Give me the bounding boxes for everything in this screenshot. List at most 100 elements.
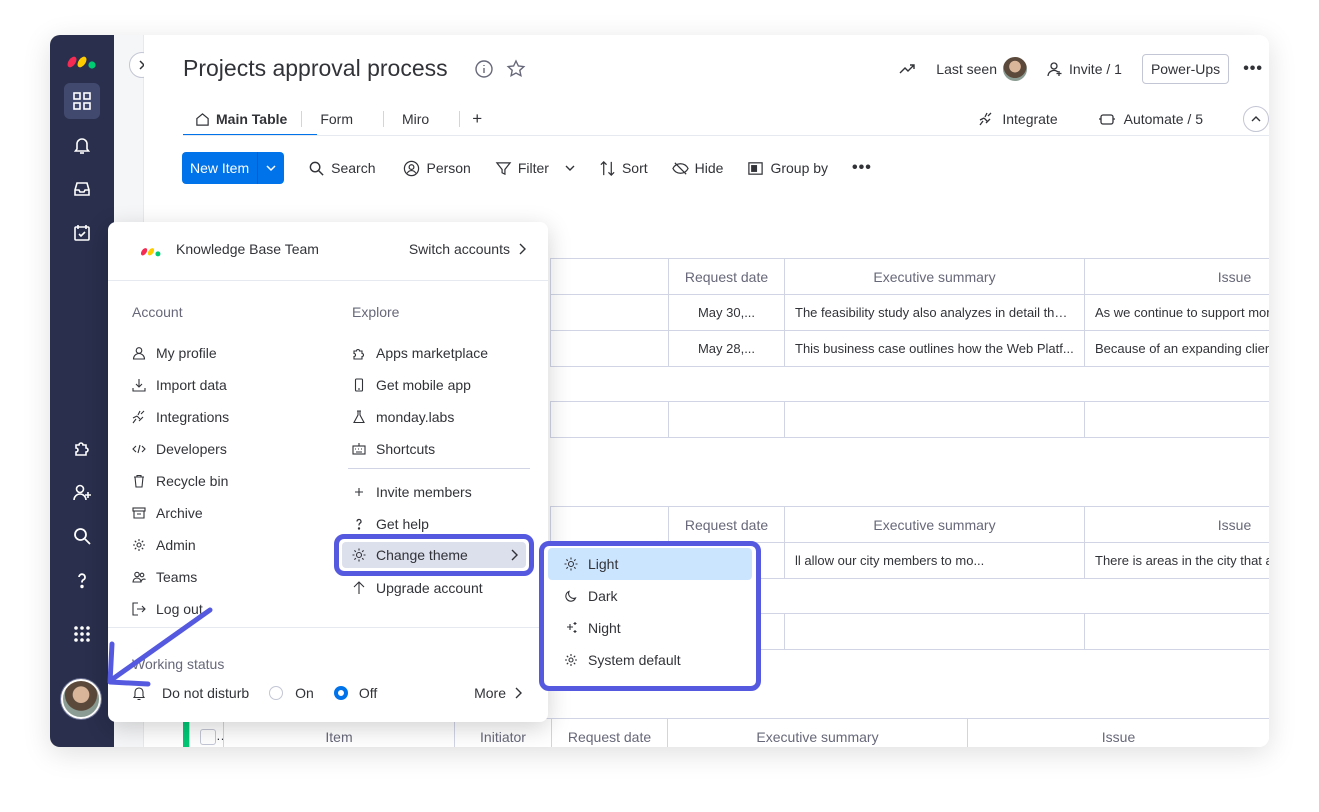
table-cell: [1084, 401, 1269, 438]
summary-cell[interactable]: This business case outlines how the Web …: [784, 330, 1085, 367]
help-icon[interactable]: [64, 562, 100, 598]
hide-label: Hide: [694, 160, 724, 176]
hide-button[interactable]: Hide: [671, 160, 724, 177]
menu-item-integrations[interactable]: Integrations: [132, 401, 229, 433]
issue-cell[interactable]: As we continue to support more clients i…: [1084, 294, 1269, 331]
user-avatar[interactable]: [61, 679, 101, 719]
header-issue: Issue: [967, 718, 1269, 747]
search-icon: [309, 161, 324, 176]
menu-item-label: Change theme: [376, 547, 468, 563]
table-cell[interactable]: [550, 294, 669, 331]
table-row[interactable]: May 30,... The feasibility study also an…: [550, 294, 1269, 331]
theme-option-dark[interactable]: Dark: [548, 580, 752, 612]
invite-user-icon[interactable]: [64, 474, 100, 510]
annotation-arrow-icon: [107, 607, 213, 687]
monday-logo[interactable]: [64, 45, 100, 71]
menu-item-archive[interactable]: Archive: [132, 497, 229, 529]
header-item: Item: [223, 718, 455, 747]
more-options-icon[interactable]: •••: [1243, 60, 1263, 78]
account-name: Knowledge Base Team: [176, 241, 319, 257]
summary-cell[interactable]: ll allow our city members to mo...: [784, 542, 1085, 579]
puzzle-icon: [353, 349, 364, 360]
collapse-header-button[interactable]: [1243, 106, 1269, 132]
menu-item-admin[interactable]: Admin: [132, 529, 229, 561]
search-button[interactable]: Search: [308, 160, 375, 177]
add-view-button[interactable]: +: [460, 103, 496, 135]
more-label: More: [474, 685, 506, 701]
theme-option-light[interactable]: Light: [548, 548, 752, 580]
sort-button[interactable]: Sort: [599, 160, 648, 177]
chevron-right-icon: [515, 687, 522, 699]
chevron-down-icon[interactable]: [565, 163, 575, 173]
menu-item-change-theme[interactable]: Change theme: [334, 534, 534, 576]
tab-form[interactable]: Form: [302, 103, 383, 135]
issue-cell[interactable]: Because of an expanding client base, Smi…: [1084, 330, 1269, 367]
menu-item-invite-members[interactable]: Invite members: [352, 476, 472, 508]
tab-miro[interactable]: Miro: [384, 103, 459, 135]
integrate-button[interactable]: Integrate: [978, 111, 1058, 127]
search-icon[interactable]: [64, 518, 100, 554]
last-seen[interactable]: Last seen: [936, 57, 1028, 81]
theme-option-night[interactable]: Night: [548, 612, 752, 644]
table-cell[interactable]: [550, 330, 669, 367]
tab-main-table[interactable]: Main Table: [183, 103, 301, 135]
menu-item-label: Apps marketplace: [376, 345, 489, 361]
home-icon: [196, 112, 209, 126]
bell-icon[interactable]: [64, 127, 100, 163]
menu-item-apps-marketplace[interactable]: Apps marketplace: [352, 337, 488, 369]
summary-cell[interactable]: The feasibility study also analyzes in d…: [784, 294, 1085, 331]
apps-grid-icon[interactable]: [64, 616, 100, 652]
calendar-check-icon[interactable]: [64, 215, 100, 251]
chevron-up-icon: [1251, 116, 1261, 122]
menu-item-import-data[interactable]: Import data: [132, 369, 229, 401]
power-ups-button[interactable]: Power-Ups: [1141, 54, 1230, 84]
group-by-button[interactable]: Group by: [747, 160, 828, 177]
table-cell: [1084, 613, 1269, 650]
header-initiator: [550, 258, 669, 295]
header-request-date: Request date: [668, 258, 785, 295]
code-icon: [132, 444, 146, 454]
menu-item-developers[interactable]: Developers: [132, 433, 229, 465]
menu-item-monday-labs[interactable]: monday.labs: [352, 401, 488, 433]
date-cell[interactable]: May 30,...: [668, 294, 785, 331]
automate-label: Automate / 5: [1123, 111, 1203, 127]
menu-item-shortcuts[interactable]: Shortcuts: [352, 433, 488, 465]
plug-icon: [979, 112, 992, 126]
select-all-cell[interactable]: [189, 718, 224, 747]
header-executive-summary: Executive summary: [667, 718, 968, 747]
theme-option-system-default[interactable]: System default: [548, 644, 752, 676]
issue-cell[interactable]: There is areas in the city that are not …: [1084, 542, 1269, 579]
person-icon: [132, 347, 146, 360]
person-label: Person: [426, 160, 471, 176]
new-item-button[interactable]: New Item: [182, 152, 285, 184]
filter-button[interactable]: Filter: [495, 160, 575, 177]
invite-button[interactable]: Invite / 1: [1047, 61, 1122, 77]
radio-on[interactable]: [269, 686, 284, 700]
activity-button[interactable]: [898, 60, 916, 78]
menu-item-get-mobile-app[interactable]: Get mobile app: [352, 369, 488, 401]
date-cell[interactable]: May 28,...: [668, 330, 785, 367]
puzzle-icon[interactable]: [64, 430, 100, 466]
menu-item-my-profile[interactable]: My profile: [132, 337, 229, 369]
workspace-grid-icon[interactable]: [64, 83, 100, 119]
question-icon: [356, 518, 362, 530]
menu-item-upgrade-account[interactable]: Upgrade account: [352, 572, 483, 604]
table-header-row: Request date Executive summary Issue: [550, 258, 1269, 295]
more-button[interactable]: More: [474, 685, 522, 701]
star-icon[interactable]: [506, 59, 526, 79]
table-row[interactable]: May 28,... This business case outlines h…: [550, 330, 1269, 367]
switch-accounts-button[interactable]: Switch accounts: [409, 241, 526, 257]
inbox-icon[interactable]: [64, 171, 100, 207]
more-options-icon[interactable]: •••: [852, 159, 872, 177]
menu-item-teams[interactable]: Teams: [132, 561, 229, 593]
info-icon[interactable]: [474, 59, 494, 79]
automate-button[interactable]: Automate / 5: [1098, 111, 1203, 127]
chevron-down-icon[interactable]: [258, 152, 284, 184]
header-executive-summary: Executive summary: [784, 506, 1085, 543]
radio-off[interactable]: [333, 686, 348, 700]
checkbox[interactable]: [200, 728, 216, 745]
menu-item-recycle-bin[interactable]: Recycle bin: [132, 465, 229, 497]
person-filter-button[interactable]: Person: [403, 160, 471, 177]
robot-icon: [1098, 114, 1115, 125]
theme-option-label: Dark: [588, 588, 618, 604]
